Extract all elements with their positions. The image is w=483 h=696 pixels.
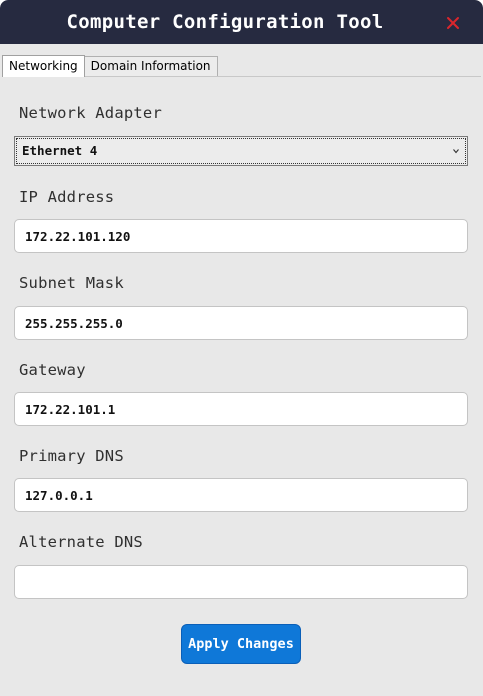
gateway-label: Gateway <box>19 361 86 379</box>
network-adapter-selected-value: Ethernet 4 <box>22 143 98 158</box>
apply-changes-button[interactable]: Apply Changes <box>181 624 301 664</box>
chevron-down-icon <box>453 149 459 154</box>
window-title: Computer Configuration Tool <box>66 11 384 33</box>
tab-domain-information[interactable]: Domain Information <box>83 56 218 76</box>
gateway-input[interactable] <box>14 392 468 426</box>
primary-dns-label: Primary DNS <box>19 447 124 465</box>
network-adapter-label: Network Adapter <box>19 104 162 122</box>
subnet-mask-label: Subnet Mask <box>19 274 124 292</box>
tab-strip: Networking Domain Information <box>2 54 218 77</box>
primary-dns-input[interactable] <box>14 478 468 512</box>
title-bar[interactable]: Computer Configuration Tool <box>0 0 483 44</box>
alternate-dns-label: Alternate DNS <box>19 533 143 551</box>
alternate-dns-input[interactable] <box>14 565 468 599</box>
network-adapter-select[interactable]: Ethernet 4 <box>14 136 468 166</box>
close-icon-glyph <box>447 17 459 29</box>
subnet-mask-input[interactable] <box>14 306 468 340</box>
ip-address-label: IP Address <box>19 188 115 206</box>
close-icon[interactable] <box>444 14 462 32</box>
app-window: Computer Configuration Tool Networking D… <box>0 0 483 696</box>
tab-networking[interactable]: Networking <box>2 55 85 77</box>
ip-address-input[interactable] <box>14 219 468 253</box>
